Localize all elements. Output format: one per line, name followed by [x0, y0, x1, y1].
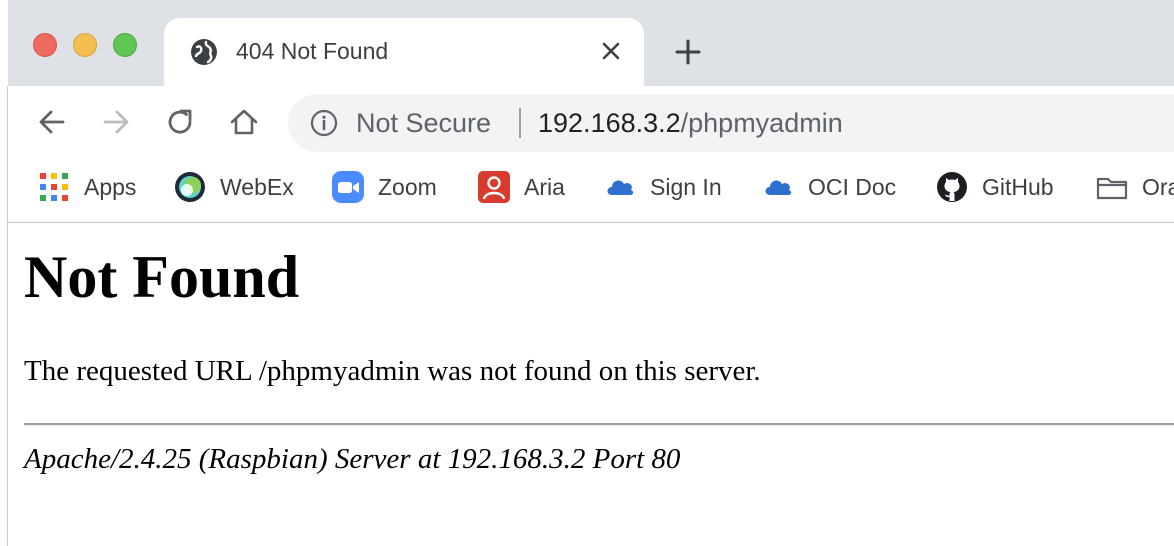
info-icon[interactable]: [310, 109, 338, 137]
bookmark-github[interactable]: GitHub: [936, 170, 1054, 204]
page-title: Not Found: [24, 244, 300, 310]
reload-icon[interactable]: [164, 106, 196, 138]
page-content: Not Found The requested URL /phpmyadmin …: [8, 223, 1174, 546]
bookmark-label: Zoom: [378, 173, 437, 200]
bookmark-label: Sign In: [650, 173, 722, 200]
window-close-button[interactable]: [33, 33, 57, 57]
aria-icon: [478, 171, 510, 203]
cloud-icon: [607, 180, 634, 195]
zoom-icon: [332, 171, 364, 203]
address-bar[interactable]: Not Secure 192.168.3.2/phpmyadmin: [288, 94, 1174, 152]
bookmarks-bar: Apps WebEx Zoom Aria Sign In OCI Doc Git…: [8, 158, 1174, 223]
server-signature: Apache/2.4.25 (Raspbian) Server at 192.1…: [24, 443, 681, 475]
browser-window: 404 Not Found Not Secure 192.168.3.2/php…: [8, 0, 1174, 546]
window-maximize-button[interactable]: [113, 33, 137, 57]
url-text[interactable]: 192.168.3.2/phpmyadmin: [538, 108, 843, 139]
forward-arrow-icon[interactable]: [100, 106, 132, 138]
tab-active[interactable]: 404 Not Found: [164, 18, 644, 86]
bookmark-label: Aria: [524, 173, 565, 200]
globe-icon: [191, 39, 217, 65]
url-path: /phpmyadmin: [680, 108, 843, 138]
folder-icon: [1096, 177, 1128, 200]
webex-icon: [175, 172, 205, 202]
security-status-label[interactable]: Not Secure: [356, 108, 491, 139]
apps-grid-icon: [40, 173, 68, 201]
toolbar: Not Secure 192.168.3.2/phpmyadmin: [8, 86, 1174, 158]
tab-strip: 404 Not Found: [8, 0, 1174, 86]
tab-close-icon[interactable]: [596, 36, 626, 66]
bookmark-zoom[interactable]: Zoom: [332, 170, 437, 204]
bookmark-oci-doc[interactable]: OCI Doc: [762, 170, 896, 204]
url-host: 192.168.3.2: [538, 108, 681, 138]
error-message: The requested URL /phpmyadmin was not fo…: [24, 355, 761, 387]
bookmark-ora-folder[interactable]: Ora: [1096, 170, 1174, 204]
address-divider: [519, 108, 521, 138]
bookmark-label: WebEx: [220, 173, 294, 200]
bookmark-label: Ora: [1142, 173, 1174, 200]
bookmark-label: OCI Doc: [808, 173, 897, 200]
bookmark-label: Apps: [84, 173, 137, 200]
bookmark-aria[interactable]: Aria: [478, 170, 565, 204]
window-minimize-button[interactable]: [73, 33, 97, 57]
home-icon[interactable]: [228, 106, 260, 138]
bookmark-sign-in[interactable]: Sign In: [604, 170, 722, 204]
github-icon: [937, 172, 967, 202]
bookmark-apps[interactable]: Apps: [38, 170, 136, 204]
new-tab-plus-icon[interactable]: [672, 36, 704, 68]
bookmark-webex[interactable]: WebEx: [174, 170, 294, 204]
back-arrow-icon[interactable]: [36, 106, 68, 138]
horizontal-rule: [24, 423, 1174, 426]
cloud-icon: [765, 180, 792, 195]
bookmark-label: GitHub: [982, 173, 1054, 200]
background-window-edge: [0, 0, 8, 546]
tab-title: 404 Not Found: [236, 38, 389, 64]
